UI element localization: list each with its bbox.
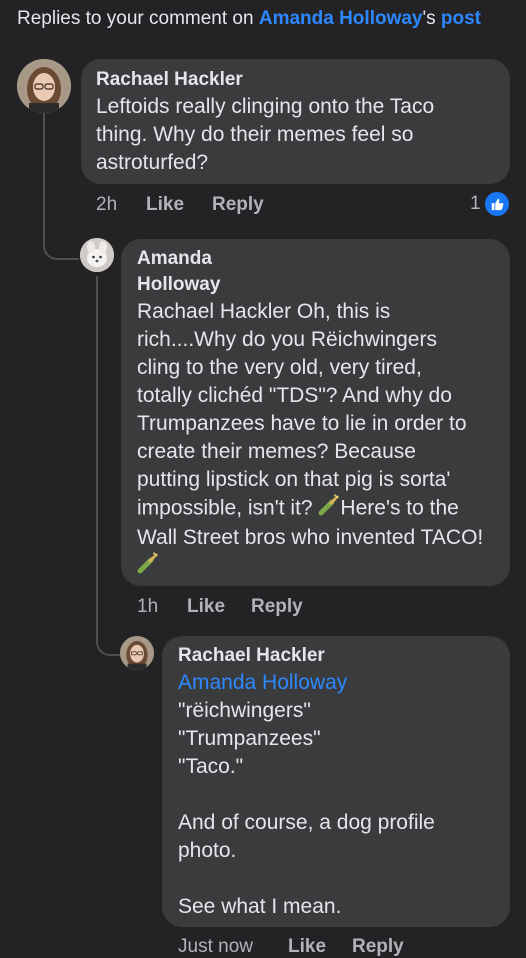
comment-actions-2: 1h Like Reply (137, 596, 303, 618)
like-button[interactable]: Like (288, 936, 352, 958)
comment-author[interactable]: Rachael Hackler (96, 67, 495, 93)
comment-bubble-2: Amanda Holloway Rachael Hackler Oh, this… (121, 239, 510, 586)
comment-actions-1: 2h Like Reply (96, 194, 264, 216)
like-button[interactable]: Like (146, 194, 212, 216)
comment-actions-3: Just now Like Reply (178, 936, 404, 958)
notification-header: Replies to your comment on Amanda Hollow… (17, 8, 481, 30)
comment-text: "rëichwingers" "Trumpanzees" "Taco." And… (178, 699, 435, 918)
champagne-icon (318, 494, 340, 524)
thread-connector-2 (96, 600, 120, 656)
comment-author[interactable]: Rachael Hackler (178, 643, 494, 669)
comment-text: Rachael Hackler Oh, this is rich....Why … (137, 298, 494, 582)
mention-link[interactable]: Amanda Holloway (178, 669, 494, 697)
header-prefix: Replies to your comment on (17, 8, 259, 29)
comment-time[interactable]: 2h (96, 194, 146, 216)
comment-time[interactable]: 1h (137, 596, 187, 618)
reply-button[interactable]: Reply (251, 596, 303, 618)
thread-connector-1 (43, 112, 79, 260)
avatar-amanda[interactable] (80, 238, 114, 272)
avatar-rachael-small[interactable] (120, 636, 154, 670)
champagne-icon (137, 552, 159, 582)
comment-author-line2[interactable]: Holloway (137, 272, 494, 298)
notification-thread: Replies to your comment on Amanda Hollow… (0, 0, 526, 958)
comment-bubble-1: Rachael Hackler Leftoids really clinging… (81, 59, 510, 184)
thumbs-up-icon (484, 192, 509, 216)
comment-text: Leftoids really clinging onto the Taco t… (96, 95, 435, 174)
comment-bubble-3: Rachael Hackler Amanda Holloway "rëichwi… (162, 636, 510, 927)
post-author-link[interactable]: Amanda Holloway (259, 8, 423, 29)
comment-author-line1[interactable]: Amanda (137, 246, 494, 272)
reply-button[interactable]: Reply (352, 936, 404, 958)
comment-time[interactable]: Just now (178, 936, 288, 958)
reaction-summary[interactable]: 1 (470, 192, 509, 216)
thread-connector-2-vertical (96, 276, 98, 626)
reply-button[interactable]: Reply (212, 194, 264, 216)
reaction-count: 1 (470, 193, 481, 214)
like-button[interactable]: Like (187, 596, 251, 618)
avatar-rachael[interactable] (17, 59, 71, 113)
header-suffix: 's (422, 8, 441, 29)
comment-text-part1: Rachael Hackler Oh, this is rich....Why … (137, 300, 467, 520)
post-link[interactable]: post (441, 8, 481, 29)
